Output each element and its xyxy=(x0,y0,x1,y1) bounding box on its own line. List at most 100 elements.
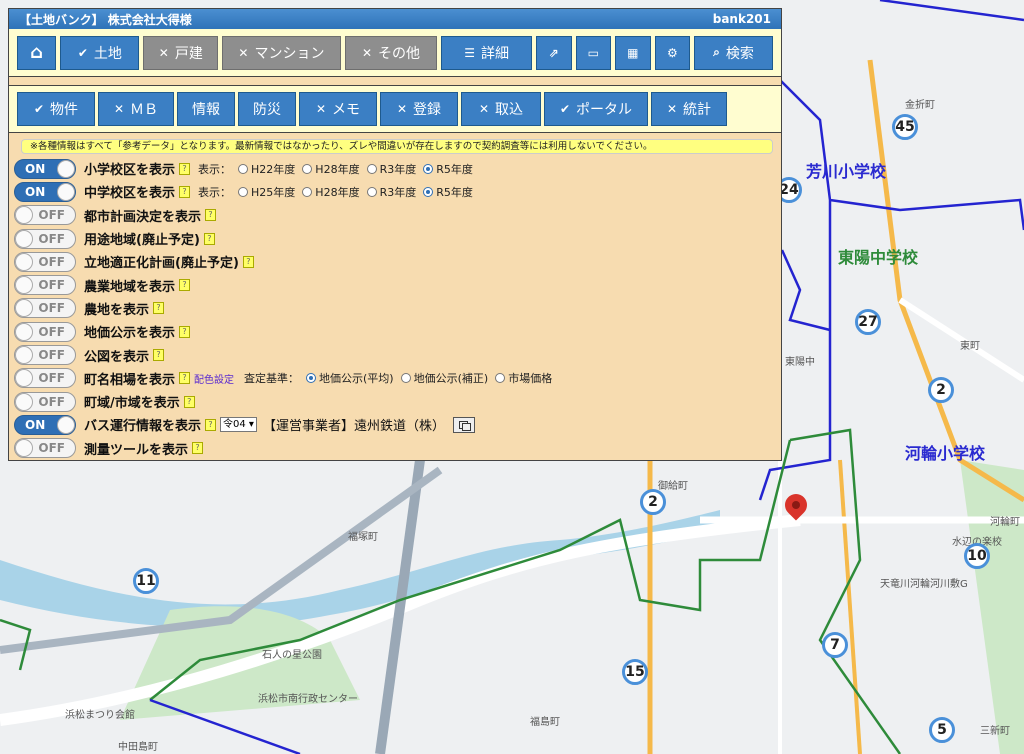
radio-elementary-2[interactable] xyxy=(366,163,377,174)
radio-junior-3[interactable] xyxy=(423,186,434,197)
help-icon[interactable]: ? xyxy=(205,209,217,222)
detail-button[interactable]: ☰ 詳細 xyxy=(441,35,533,70)
place-label: 福塚町 xyxy=(348,532,378,543)
help-icon[interactable]: ? xyxy=(153,349,165,362)
help-icon[interactable]: ? xyxy=(205,418,217,431)
bus-stop-marker[interactable]: 45 xyxy=(892,114,918,140)
toggle-state-label: ON xyxy=(25,417,46,432)
x-icon: ✕ xyxy=(666,102,678,116)
toggle-measure[interactable]: OFF xyxy=(14,438,76,459)
bus-stop-marker[interactable]: 15 xyxy=(622,659,648,685)
panel-titlebar[interactable]: 【土地バンク】 株式会社大得様 bank201 xyxy=(9,9,781,29)
toggle-zoning[interactable]: OFF xyxy=(14,228,76,249)
calc-button[interactable]: ▦ xyxy=(615,35,651,70)
bus-stop-marker[interactable]: 7 xyxy=(822,632,848,658)
toggle-cadastral[interactable]: OFF xyxy=(14,345,76,366)
bus-stop-marker[interactable]: 11 xyxy=(133,568,159,594)
memo-button[interactable]: ✕ メモ xyxy=(299,92,377,126)
help-icon[interactable]: ? xyxy=(183,395,195,408)
toggle-location[interactable]: OFF xyxy=(14,251,76,272)
radio-elementary-0[interactable] xyxy=(238,163,249,174)
radio-elementary-1[interactable] xyxy=(302,163,313,174)
radio-label: 地価公示(平均) xyxy=(319,372,394,386)
year-select[interactable]: 令04 ▾ xyxy=(220,417,257,433)
import-button[interactable]: ✕ 取込 xyxy=(461,92,541,126)
x-icon: ✕ xyxy=(396,102,408,116)
mansion-button[interactable]: ✕ マンション xyxy=(222,35,341,70)
radio-label: H22年度 xyxy=(251,162,296,176)
radio-elementary-3[interactable] xyxy=(423,163,434,174)
radio-town-price-0[interactable] xyxy=(306,373,317,384)
gear-icon: ⚙ xyxy=(666,45,678,60)
check-circle-icon: ✔ xyxy=(559,102,571,116)
bus-stop-marker[interactable]: 2 xyxy=(640,489,666,515)
layer-row-town-area: OFF 町域/市域を表示? xyxy=(14,390,781,413)
radio-junior-1[interactable] xyxy=(302,186,313,197)
options-prefix: 査定基準： xyxy=(244,372,300,386)
options-prefix: 表示： xyxy=(198,162,232,176)
radio-label: R3年度 xyxy=(379,185,417,199)
home-button[interactable]: ⌂ xyxy=(17,35,57,70)
mb-button[interactable]: ✕ ＭＢ xyxy=(98,92,174,126)
help-icon[interactable]: ? xyxy=(179,162,191,175)
radio-town-price-2[interactable] xyxy=(495,373,506,384)
toggle-knob xyxy=(15,369,33,388)
radio-junior-0[interactable] xyxy=(238,186,249,197)
layer-row-junior: ON 中学校区を表示? 表示： H25年度 H28年度 R3年度 R5年度 xyxy=(14,180,781,203)
property-button[interactable]: ✔ 物件 xyxy=(17,92,95,126)
layer-label-measure: 測量ツールを表示 xyxy=(84,442,189,458)
external-button[interactable]: ⇗ xyxy=(536,35,572,70)
help-icon[interactable]: ? xyxy=(153,302,165,315)
help-icon[interactable]: ? xyxy=(203,232,215,245)
toggle-cityplan[interactable]: OFF xyxy=(14,205,76,226)
portal-button[interactable]: ✔ ポータル xyxy=(544,92,648,126)
help-icon[interactable]: ? xyxy=(179,372,191,385)
help-icon[interactable]: ? xyxy=(179,185,191,198)
search-button[interactable]: ⌕ 検索 xyxy=(694,35,773,70)
toggle-landprice[interactable]: OFF xyxy=(14,321,76,342)
toggle-farmland[interactable]: OFF xyxy=(14,298,76,319)
copy-icon[interactable] xyxy=(452,416,475,433)
info-button[interactable]: 情報 xyxy=(177,92,235,126)
toggle-elementary[interactable]: ON xyxy=(14,158,76,179)
search-icon: ⌕ xyxy=(713,45,720,59)
toggle-town-area[interactable]: OFF xyxy=(14,391,76,412)
x-icon: ✕ xyxy=(158,45,169,60)
property-button-label: 物件 xyxy=(50,102,79,118)
house-button[interactable]: ✕ 戸建 xyxy=(143,35,219,70)
land-button[interactable]: ✔ 土地 xyxy=(60,35,140,70)
help-icon[interactable]: ? xyxy=(179,325,191,338)
bus-stop-marker[interactable]: 5 xyxy=(929,717,955,743)
radio-town-price-1[interactable] xyxy=(400,373,411,384)
check-circle-icon: ✔ xyxy=(77,45,88,60)
toggle-junior[interactable]: ON xyxy=(14,181,76,202)
layer-row-farmland: OFF 農地を表示? xyxy=(14,297,781,320)
bus-stop-marker[interactable]: 10 xyxy=(964,543,990,569)
toggle-agri-area[interactable]: OFF xyxy=(14,275,76,296)
bus-stop-marker[interactable]: 27 xyxy=(855,309,881,335)
radio-junior-2[interactable] xyxy=(366,186,377,197)
toggle-bus[interactable]: ON xyxy=(14,414,76,435)
register-button[interactable]: ✕ 登録 xyxy=(380,92,458,126)
help-icon[interactable]: ? xyxy=(242,255,254,268)
bus-stop-marker[interactable]: 2 xyxy=(928,377,954,403)
settings-button[interactable]: ⚙ xyxy=(654,35,691,70)
help-icon[interactable]: ? xyxy=(192,442,204,455)
other-button[interactable]: ✕ その他 xyxy=(344,35,438,70)
toggle-knob xyxy=(57,159,75,178)
stats-button[interactable]: ✕ 統計 xyxy=(651,92,727,126)
place-label: 浜松市南行政センター xyxy=(258,694,358,705)
help-icon[interactable]: ? xyxy=(179,279,191,292)
color-settings-link[interactable]: 配色設定 xyxy=(194,371,234,386)
present-button[interactable]: ▭ xyxy=(575,35,612,70)
toggle-town-price[interactable]: OFF xyxy=(14,368,76,389)
layer-label-town-area: 町域/市域を表示 xyxy=(84,396,180,412)
toggle-knob xyxy=(15,276,33,295)
layer-label-town-price: 町名相場を表示 xyxy=(84,372,176,388)
toggle-state-label: ON xyxy=(25,161,46,176)
disaster-button-label: 防災 xyxy=(253,102,281,118)
place-label: 金折町 xyxy=(905,100,935,111)
disaster-button[interactable]: 防災 xyxy=(238,92,296,126)
x-icon: ✕ xyxy=(361,45,372,60)
layer-list: ON 小学校区を表示? 表示： H22年度 H28年度 R3年度 R5年度 ON 中学校区を表示… xyxy=(9,154,781,460)
